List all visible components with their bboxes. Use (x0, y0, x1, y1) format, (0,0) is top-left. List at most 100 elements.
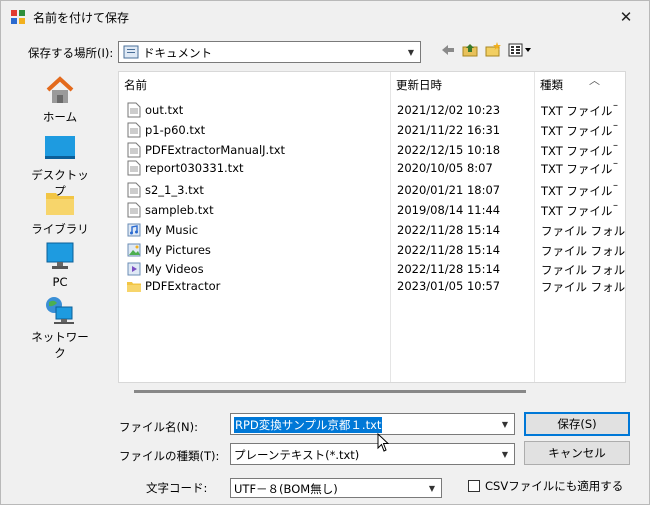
cancel-button[interactable]: キャンセル (524, 441, 630, 465)
cancel-button-label: キャンセル (548, 446, 606, 460)
file-row[interactable]: My Pictures 2022/11/28 15:14 ファイル フォルダー (119, 240, 625, 260)
location-label: 保存する場所(I): (28, 46, 114, 60)
chevron-down-icon[interactable]: ▼ (423, 479, 441, 497)
pictures-folder-icon (127, 243, 141, 257)
horizontal-scrollbar[interactable] (134, 390, 526, 393)
file-row[interactable]: PDFExtractorManualJ.txt 2022/12/15 10:18… (119, 140, 625, 160)
file-date: 2022/11/28 15:14 (397, 243, 501, 257)
pc-icon (46, 242, 74, 269)
music-folder-icon (127, 223, 141, 237)
app-icon (11, 10, 25, 24)
filename-input[interactable]: RPD変換サンプル京都１.txt ▼ (230, 413, 515, 435)
location-value: ドキュメント (143, 46, 212, 60)
file-date: 2023/01/05 10:57 (397, 279, 501, 293)
csv-checkbox-label[interactable]: CSVファイルにも適用する (485, 478, 623, 494)
file-date: 2020/10/05 8:07 (397, 161, 493, 175)
size-marker: – (613, 140, 618, 151)
chevron-down-icon[interactable]: ▼ (496, 444, 514, 464)
size-marker: – (613, 200, 618, 211)
filetype-value: プレーンテキスト(*.txt) (234, 448, 360, 462)
folder-icon (127, 282, 141, 292)
chevron-down-icon[interactable]: ▼ (496, 414, 514, 434)
text-file-icon (127, 102, 141, 118)
file-date: 2021/11/22 16:31 (397, 123, 501, 137)
file-row[interactable]: My Music 2022/11/28 15:14 ファイル フォルダー (119, 220, 626, 240)
file-name: PDFExtractorManualJ.txt (145, 143, 286, 157)
column-header-date[interactable]: 更新日時 (391, 72, 533, 98)
place-label: ライブラリ (31, 222, 89, 236)
file-row[interactable]: report030331.txt 2020/10/05 8:07 TXT ファイ… (119, 158, 625, 178)
file-type: TXT ファイル (541, 144, 613, 158)
chevron-down-icon[interactable]: ▼ (402, 42, 420, 62)
size-marker: – (613, 180, 618, 191)
location-select[interactable]: ドキュメント ▼ (118, 41, 421, 63)
file-type: TXT ファイル (541, 124, 613, 138)
file-type: ファイル フォルダー (541, 224, 626, 238)
size-marker: – (613, 100, 618, 111)
encoding-select[interactable]: UTF－８(BOM無し) ▼ (230, 478, 442, 498)
sort-ascending-icon: ︿ (589, 74, 600, 87)
csv-checkbox[interactable] (468, 480, 480, 492)
file-row[interactable]: s2_1_3.txt 2020/01/21 18:07 TXT ファイル – (119, 180, 625, 200)
place-pc[interactable]: PC (28, 241, 92, 295)
file-date: 2019/08/14 11:44 (397, 203, 501, 217)
text-file-icon (127, 202, 141, 218)
text-file-icon (127, 182, 141, 198)
filetype-select[interactable]: プレーンテキスト(*.txt) ▼ (230, 443, 515, 465)
up-folder-icon[interactable] (461, 41, 479, 59)
save-dialog: 名前を付けて保存 ✕ 保存する場所(I): ドキュメント ▼ ホーム デスクトッ… (0, 0, 650, 505)
save-button-label: 保存(S) (557, 417, 597, 431)
encoding-label: 文字コード: (146, 481, 208, 495)
file-date: 2022/11/28 15:14 (397, 262, 501, 276)
place-network[interactable]: ネットワーク (28, 295, 92, 360)
place-label: PC (52, 275, 68, 289)
videos-folder-icon (127, 262, 141, 276)
library-icon (46, 193, 74, 215)
file-name: out.txt (145, 103, 184, 117)
home-icon (46, 76, 74, 103)
text-file-icon (127, 142, 141, 158)
place-home[interactable]: ホーム (28, 75, 92, 129)
mouse-cursor-icon (377, 433, 389, 452)
size-marker: – (613, 120, 618, 131)
file-name: s2_1_3.txt (145, 183, 204, 197)
column-header-name[interactable]: 名前 (119, 72, 389, 98)
file-row[interactable]: sampleb.txt 2019/08/14 11:44 TXT ファイル – (119, 200, 625, 220)
file-type: TXT ファイル (541, 184, 613, 198)
file-date: 2020/01/21 18:07 (397, 183, 501, 197)
file-row[interactable]: p1-p60.txt 2021/11/22 16:31 TXT ファイル – (119, 120, 625, 140)
file-date: 2022/11/28 15:14 (397, 223, 501, 237)
file-name: sampleb.txt (145, 203, 214, 217)
window-title: 名前を付けて保存 (33, 11, 130, 25)
text-file-icon (127, 122, 141, 138)
desktop-icon (45, 136, 75, 159)
file-name: My Music (145, 223, 199, 237)
file-type: ファイル フォルダー (541, 280, 626, 294)
file-name: PDFExtractor (145, 279, 221, 293)
file-date: 2022/12/15 10:18 (397, 143, 501, 157)
file-row[interactable]: PDFExtractor 2023/01/05 10:57 ファイル フォルダー (119, 276, 626, 296)
network-icon (46, 297, 74, 324)
place-library[interactable]: ライブラリ (28, 187, 92, 241)
title-bar: 名前を付けて保存 ✕ (1, 1, 649, 33)
place-label: ホーム (42, 110, 78, 124)
file-type: TXT ファイル (541, 204, 613, 218)
file-name: p1-p60.txt (145, 123, 206, 137)
documents-icon (123, 45, 139, 59)
save-button[interactable]: 保存(S) (524, 412, 630, 436)
view-menu-icon[interactable] (507, 41, 533, 59)
close-button[interactable]: ✕ (603, 1, 649, 32)
file-list[interactable]: 名前 更新日時 種類 ︿ out.txt 2021/12/02 10:23 TX… (118, 71, 626, 383)
file-name: report030331.txt (145, 161, 244, 175)
close-icon: ✕ (619, 7, 633, 26)
back-arrow-icon[interactable] (439, 41, 457, 59)
new-folder-icon[interactable] (484, 41, 502, 59)
file-row[interactable]: out.txt 2021/12/02 10:23 TXT ファイル – (119, 100, 625, 120)
place-desktop[interactable]: デスクトップ (28, 133, 92, 198)
text-file-icon (127, 160, 141, 176)
file-type: TXT ファイル (541, 104, 613, 118)
file-name: My Videos (145, 262, 204, 276)
encoding-value: UTF－８(BOM無し) (234, 482, 338, 496)
column-header-type[interactable]: 種類 (535, 72, 615, 98)
file-date: 2021/12/02 10:23 (397, 103, 501, 117)
